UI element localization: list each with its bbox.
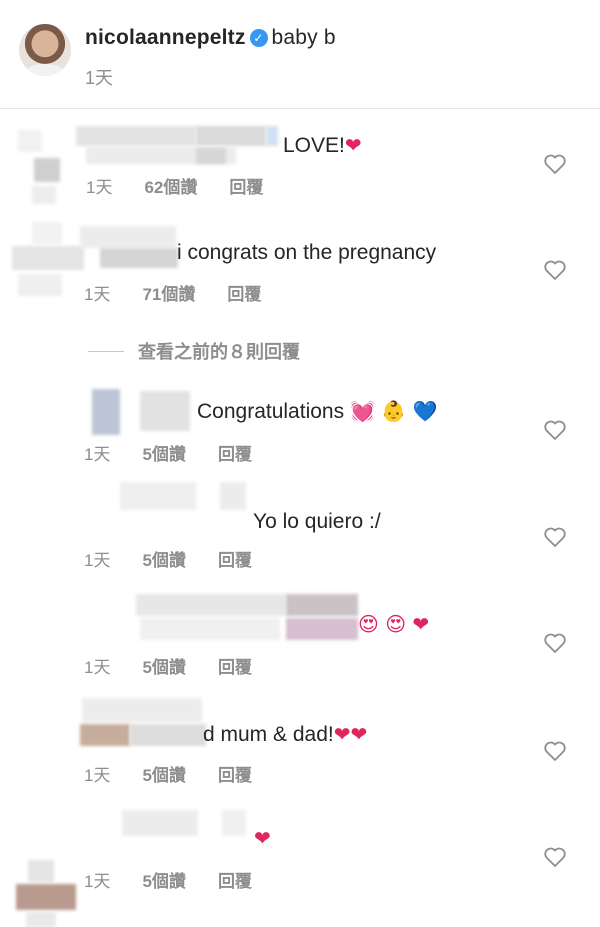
comment-text: Congratulations 💓 👶 💙 — [197, 399, 438, 423]
reply-item: Yo lo quiero :/ 1天 5個讚 回覆 — [0, 480, 600, 570]
emoji-sequence: ❤❤ — [333, 722, 368, 746]
comment-likes[interactable]: 5個讚 — [142, 872, 185, 891]
heart-outline-icon[interactable] — [543, 846, 567, 868]
blurred-username — [136, 594, 358, 642]
blurred-avatar — [92, 389, 196, 435]
verified-badge-icon: ✓ — [249, 29, 268, 47]
comment-meta: 1天 5個讚 回覆 — [84, 546, 284, 571]
reply-button[interactable]: 回覆 — [218, 872, 252, 891]
heart-outline-icon[interactable] — [543, 153, 567, 175]
comment-text: 😍 😍 ❤ — [358, 612, 429, 637]
comment-text: Yo lo quiero :/ — [253, 510, 381, 533]
caption-text: baby b — [271, 26, 336, 49]
reply-item: ❤ 1天 5個讚 回覆 — [0, 806, 600, 927]
blurred-avatar — [14, 128, 80, 206]
heart-outline-icon[interactable] — [543, 526, 567, 548]
comment-meta: 1天 5個讚 回覆 — [84, 761, 284, 786]
caption-line: nicolaannepeltz ✓ baby b — [85, 26, 336, 50]
comment-meta: 1天 62個讚 回覆 — [86, 173, 295, 198]
blurred-username — [76, 126, 278, 166]
reply-button[interactable]: 回覆 — [218, 766, 252, 785]
heart-outline-icon[interactable] — [543, 740, 567, 762]
post-caption: nicolaannepeltz ✓ baby b 1天 — [0, 0, 600, 109]
heart-outline-icon[interactable] — [543, 259, 567, 281]
divider-line — [88, 351, 124, 352]
reply-item: 😍 😍 ❤ 1天 5個讚 回覆 — [0, 590, 600, 678]
comment-time: 1天 — [84, 551, 111, 570]
reply-button[interactable]: 回覆 — [218, 445, 252, 464]
reply-button[interactable]: 回覆 — [218, 658, 252, 677]
reply-item: Congratulations 💓 👶 💙 1天 5個讚 回覆 — [0, 385, 600, 465]
comment-likes[interactable]: 5個讚 — [142, 658, 185, 677]
comment-time: 1天 — [84, 872, 111, 891]
blurred-avatar — [10, 222, 86, 300]
comment-time: 1天 — [86, 178, 113, 197]
comment-text: d mum & dad!❤❤ — [203, 722, 368, 746]
comment-text: i congrats on the pregnancy — [177, 241, 437, 264]
comment-text: ❤ — [254, 826, 271, 851]
reply-button[interactable]: 回覆 — [218, 551, 252, 570]
blurred-username — [80, 698, 206, 748]
comment-meta: 1天 71個讚 回覆 — [84, 280, 293, 305]
heart-outline-icon[interactable] — [543, 632, 567, 654]
comment-text: LOVE!❤ — [283, 133, 362, 157]
blurred-avatar — [12, 856, 82, 927]
comment-meta: 1天 5個讚 回覆 — [84, 653, 284, 678]
reply-button[interactable]: 回覆 — [229, 178, 263, 197]
comment-likes[interactable]: 5個讚 — [142, 766, 185, 785]
blurred-username — [122, 810, 250, 840]
author-username[interactable]: nicolaannepeltz — [85, 26, 246, 49]
comment-meta: 1天 5個讚 回覆 — [84, 440, 284, 465]
comment-item: LOVE!❤ 1天 62個讚 回覆 — [0, 118, 600, 208]
comment-likes[interactable]: 5個讚 — [142, 551, 185, 570]
comment-time: 1天 — [84, 766, 111, 785]
comment-time: 1天 — [84, 445, 111, 464]
emoji-sequence: 😍 😍 ❤ — [358, 612, 430, 636]
reply-item: d mum & dad!❤❤ 1天 5個讚 回覆 — [0, 696, 600, 786]
comment-time: 1天 — [84, 658, 111, 677]
comment-time: 1天 — [84, 285, 111, 304]
red-heart-emoji: ❤ — [344, 133, 362, 157]
reply-button[interactable]: 回覆 — [227, 285, 261, 304]
red-heart-emoji: ❤ — [254, 826, 271, 850]
comment-likes[interactable]: 62個讚 — [144, 178, 197, 197]
comment-item: i congrats on the pregnancy 1天 71個讚 回覆 — [0, 222, 600, 312]
comment-likes[interactable]: 5個讚 — [142, 445, 185, 464]
comment-meta: 1天 5個讚 回覆 — [84, 867, 284, 892]
caption-time: 1天 — [85, 68, 114, 88]
blurred-username — [80, 226, 180, 270]
author-avatar[interactable] — [19, 24, 71, 76]
comment-likes[interactable]: 71個讚 — [142, 285, 195, 304]
view-previous-replies-button[interactable]: 查看之前的８則回覆 — [88, 338, 300, 364]
heart-outline-icon[interactable] — [543, 419, 567, 441]
emoji-sequence: 💓 👶 💙 — [349, 399, 438, 423]
blurred-avatar — [120, 482, 250, 512]
